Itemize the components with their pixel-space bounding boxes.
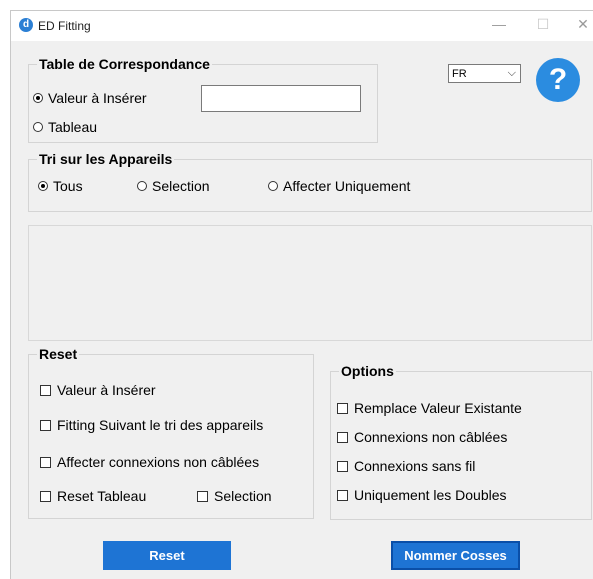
title-bar: d ED Fitting — ☐ ✕: [11, 11, 593, 41]
nommer-cosses-button[interactable]: Nommer Cosses: [391, 541, 520, 570]
radio-affecter-uniquement[interactable]: Affecter Uniquement: [268, 178, 410, 194]
check-connexions-non-cablees-label: Connexions non câblées: [354, 429, 508, 445]
language-value: FR: [452, 67, 467, 80]
check-reset-fitting-box[interactable]: [40, 419, 51, 431]
radio-valeur-a-inserer[interactable]: Valeur à Insérer: [33, 90, 147, 106]
radio-selection[interactable]: Selection: [137, 178, 210, 194]
check-reset-fitting-label: Fitting Suivant le tri des appareils: [57, 417, 264, 433]
window-title: ED Fitting: [38, 19, 91, 33]
check-reset-affecter-box[interactable]: [40, 456, 51, 468]
help-icon[interactable]: ?: [536, 58, 580, 102]
check-reset-valeur-box[interactable]: [40, 384, 51, 396]
check-connexions-non-cablees[interactable]: Connexions non câblées: [337, 429, 507, 445]
check-uniquement-doubles-label: Uniquement les Doubles: [354, 487, 507, 503]
check-connexions-sans-fil-box[interactable]: [337, 460, 348, 472]
check-connexions-sans-fil[interactable]: Connexions sans fil: [337, 458, 475, 474]
radio-tous-label: Tous: [53, 178, 83, 194]
check-connexions-non-cablees-box[interactable]: [337, 431, 348, 443]
language-select[interactable]: FR ⌵: [448, 64, 521, 83]
check-uniquement-doubles[interactable]: Uniquement les Doubles: [337, 487, 507, 503]
radio-valeur-label: Valeur à Insérer: [48, 90, 147, 106]
correspondance-title: Table de Correspondance: [37, 55, 212, 73]
app-logo-icon: d: [19, 18, 33, 32]
check-reset-selection[interactable]: Selection: [197, 488, 272, 504]
radio-tableau-label: Tableau: [48, 119, 98, 135]
check-reset-affecter[interactable]: Affecter connexions non câblées: [40, 454, 259, 470]
radio-affecter-label: Affecter Uniquement: [283, 178, 411, 194]
radio-tous[interactable]: Tous: [38, 178, 83, 194]
close-icon[interactable]: ✕: [573, 16, 593, 33]
chevron-down-icon: ⌵: [507, 67, 516, 79]
radio-valeur-dot[interactable]: [33, 93, 43, 103]
check-reset-selection-box[interactable]: [197, 490, 208, 502]
radio-tableau-dot[interactable]: [33, 122, 43, 132]
reset-title: Reset: [37, 345, 80, 363]
check-reset-tableau-box[interactable]: [40, 490, 51, 502]
check-reset-tableau-label: Reset Tableau: [57, 488, 147, 504]
tri-title: Tri sur les Appareils: [37, 150, 175, 168]
check-uniquement-doubles-box[interactable]: [337, 489, 348, 501]
maximize-icon[interactable]: ☐: [533, 16, 553, 33]
check-reset-valeur-label: Valeur à Insérer: [57, 382, 156, 398]
radio-selection-dot[interactable]: [137, 181, 147, 191]
check-remplace-valeur-box[interactable]: [337, 402, 348, 414]
check-reset-valeur[interactable]: Valeur à Insérer: [40, 382, 156, 398]
valeur-input[interactable]: [201, 85, 361, 112]
check-reset-affecter-label: Affecter connexions non câblées: [57, 454, 260, 470]
check-reset-fitting[interactable]: Fitting Suivant le tri des appareils: [40, 417, 263, 433]
radio-affecter-dot[interactable]: [268, 181, 278, 191]
radio-selection-label: Selection: [152, 178, 210, 194]
app-window: d ED Fitting — ☐ ✕ Table de Correspondan…: [10, 10, 593, 579]
check-remplace-valeur-label: Remplace Valeur Existante: [354, 400, 522, 416]
device-list-panel[interactable]: [28, 225, 592, 341]
check-reset-tableau[interactable]: Reset Tableau: [40, 488, 146, 504]
options-title: Options: [339, 362, 396, 380]
reset-button[interactable]: Reset: [103, 541, 231, 570]
check-reset-selection-label: Selection: [214, 488, 272, 504]
check-connexions-sans-fil-label: Connexions sans fil: [354, 458, 476, 474]
minimize-icon[interactable]: —: [489, 16, 509, 32]
check-remplace-valeur[interactable]: Remplace Valeur Existante: [337, 400, 522, 416]
radio-tableau[interactable]: Tableau: [33, 119, 97, 135]
radio-tous-dot[interactable]: [38, 181, 48, 191]
